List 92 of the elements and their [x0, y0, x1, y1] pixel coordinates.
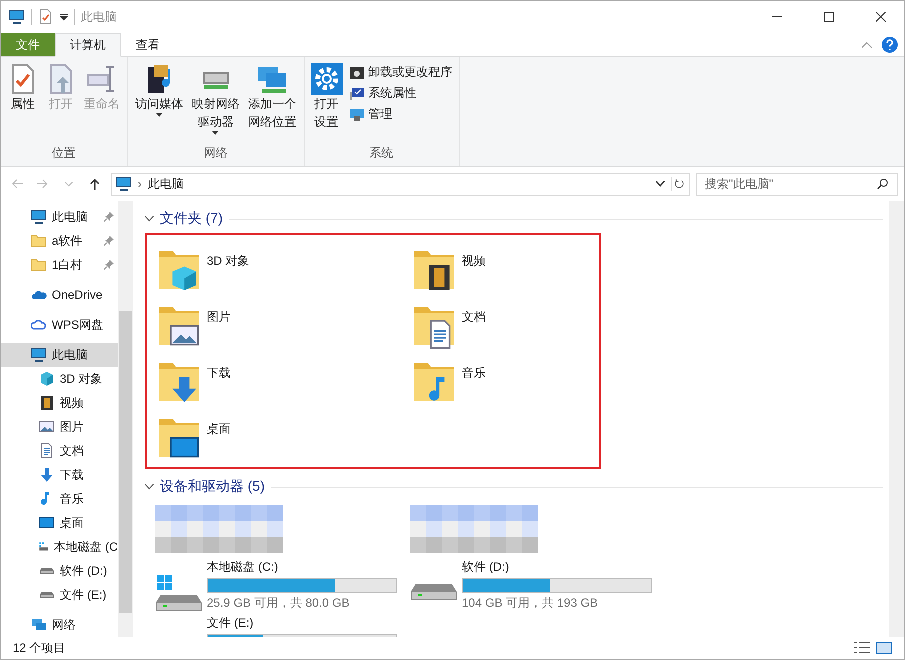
search-field[interactable]: 搜索"此电脑"	[696, 172, 898, 196]
chevron-down-icon[interactable]	[145, 484, 154, 490]
folder-name[interactable]: 桌面	[207, 421, 231, 438]
minimize-icon	[772, 16, 782, 18]
forward-arrow-icon	[37, 179, 49, 189]
sidebar-item[interactable]: 文件 (E:)	[1, 583, 118, 607]
drive-space-text: 25.9 GB 可用，共 80.0 GB	[207, 595, 351, 612]
sidebar-item[interactable]: 3D 对象	[1, 367, 118, 391]
search-icon	[877, 178, 889, 190]
ribbon-button[interactable]: 访问媒体	[132, 61, 187, 144]
group-label: 位置	[51, 145, 78, 162]
sidebar-item[interactable]: 桌面	[1, 511, 118, 535]
network-icon	[31, 617, 47, 633]
sidebar-item[interactable]: WPS网盘	[1, 313, 118, 337]
collapse-ribbon-icon[interactable]	[862, 42, 872, 48]
sidebar-item[interactable]: 视频	[1, 391, 118, 415]
download-icon	[39, 467, 55, 483]
history-dropdown-icon[interactable]	[656, 181, 665, 187]
tiles-view-icon[interactable]	[876, 642, 892, 654]
path-segment[interactable]: 此电脑	[148, 176, 650, 192]
group-label: 系统	[368, 145, 395, 162]
sidebar-item[interactable]: a软件	[1, 229, 118, 253]
sidebar-item[interactable]: 下载	[1, 463, 118, 487]
folder-name[interactable]: 视频	[462, 253, 486, 270]
drive-name[interactable]: 软件 (D:)	[462, 559, 652, 576]
sidebar-item[interactable]: 本地磁盘 (C	[1, 535, 118, 559]
desktop-icon	[39, 515, 55, 531]
ribbon-button[interactable]: 打开设置	[308, 61, 345, 144]
drive-name[interactable]: 文件 (E:)	[207, 615, 397, 632]
folder-name[interactable]: 3D 对象	[207, 253, 250, 270]
scrollbar[interactable]	[889, 201, 904, 637]
folder-icon	[31, 257, 47, 273]
section-title: 文件夹 (7)	[160, 210, 223, 228]
scrollbar[interactable]	[118, 201, 133, 637]
sidebar-item[interactable]: 此电脑	[1, 343, 118, 367]
maximize-icon	[824, 12, 834, 22]
folder-name[interactable]: 下载	[207, 365, 231, 382]
film-icon	[39, 395, 55, 411]
pc-icon	[31, 347, 47, 363]
chevron-down-icon[interactable]	[145, 216, 154, 222]
drive-icon	[410, 583, 458, 601]
manage-icon	[348, 106, 365, 122]
back-arrow-icon	[11, 179, 23, 189]
address-field[interactable]: › 此电脑	[111, 172, 690, 196]
ribbon-button[interactable]: 管理	[346, 105, 455, 124]
uninstall-icon	[348, 64, 365, 80]
ribbon-button[interactable]: 系统属性	[346, 84, 455, 103]
details-view-icon[interactable]	[854, 642, 870, 654]
section-title: 设备和驱动器 (5)	[160, 478, 265, 496]
dropdown-icon[interactable]	[60, 13, 68, 21]
folder-icon	[31, 233, 47, 249]
sidebar-item[interactable]: 音乐	[1, 487, 118, 511]
ribbon-button[interactable]: 添加一个网络位置	[245, 61, 300, 144]
close-icon	[876, 12, 886, 22]
pc-icon	[31, 209, 47, 225]
sidebar-item[interactable]: 1白村	[1, 253, 118, 277]
properties-icon	[38, 9, 54, 25]
refresh-icon[interactable]	[671, 177, 685, 191]
ribbon-button[interactable]: 映射网络驱动器	[188, 61, 244, 144]
wps-icon	[31, 317, 47, 333]
sidebar-item[interactable]: OneDrive	[1, 283, 118, 307]
sidebar-item[interactable]: 此电脑	[1, 205, 118, 229]
ribbon-tab[interactable]: 计算机	[55, 33, 121, 57]
computer-icon	[9, 9, 25, 25]
ribbon-button[interactable]: 属性	[5, 61, 41, 144]
drive-space-text: 104 GB 可用，共 193 GB	[462, 595, 600, 612]
picture-icon	[39, 419, 55, 435]
folder-name[interactable]: 图片	[207, 309, 231, 326]
help-icon[interactable]	[882, 36, 898, 52]
window-title: 此电脑	[81, 8, 118, 26]
folder-name[interactable]: 文档	[462, 309, 486, 326]
hdd-icon	[39, 591, 55, 599]
cube-icon	[39, 371, 55, 387]
up-arrow-icon	[90, 178, 100, 190]
ribbon-button[interactable]: 卸载或更改程序	[346, 63, 455, 82]
sysprops-icon	[348, 86, 365, 102]
group-label: 网络	[202, 145, 229, 162]
sidebar-item[interactable]: 网络	[1, 613, 118, 637]
drive-name[interactable]: 本地磁盘 (C:)	[207, 559, 397, 576]
settings-icon	[310, 63, 343, 95]
sidebar-item[interactable]: 软件 (D:)	[1, 559, 118, 583]
sidebar-item[interactable]: 图片	[1, 415, 118, 439]
hdd-icon	[39, 567, 55, 575]
sidebar-item[interactable]: 文档	[1, 439, 118, 463]
status-text: 12 个项目	[13, 640, 66, 656]
chevron-down-icon	[65, 182, 73, 186]
computer-icon	[116, 176, 132, 192]
doc-icon	[39, 443, 55, 459]
path-separator[interactable]: ›	[138, 177, 142, 191]
ribbon-tab[interactable]: 文件	[1, 33, 55, 56]
folder-name[interactable]: 音乐	[462, 365, 486, 382]
system-drive-icon	[155, 573, 203, 613]
